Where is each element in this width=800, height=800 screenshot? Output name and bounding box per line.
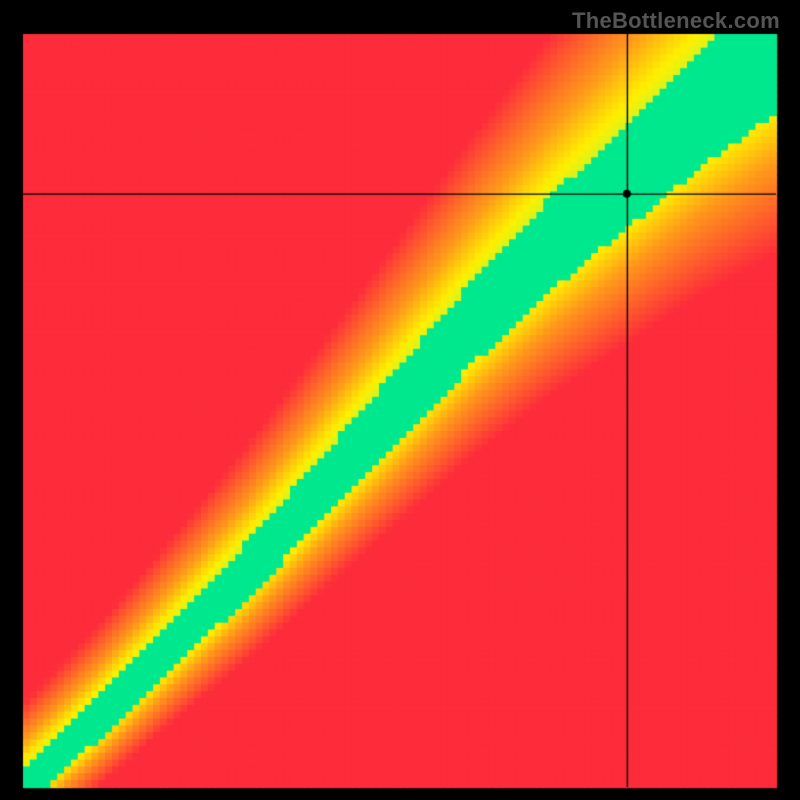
heatmap-canvas	[0, 0, 800, 800]
chart-container: TheBottleneck.com	[0, 0, 800, 800]
watermark: TheBottleneck.com	[572, 8, 780, 34]
